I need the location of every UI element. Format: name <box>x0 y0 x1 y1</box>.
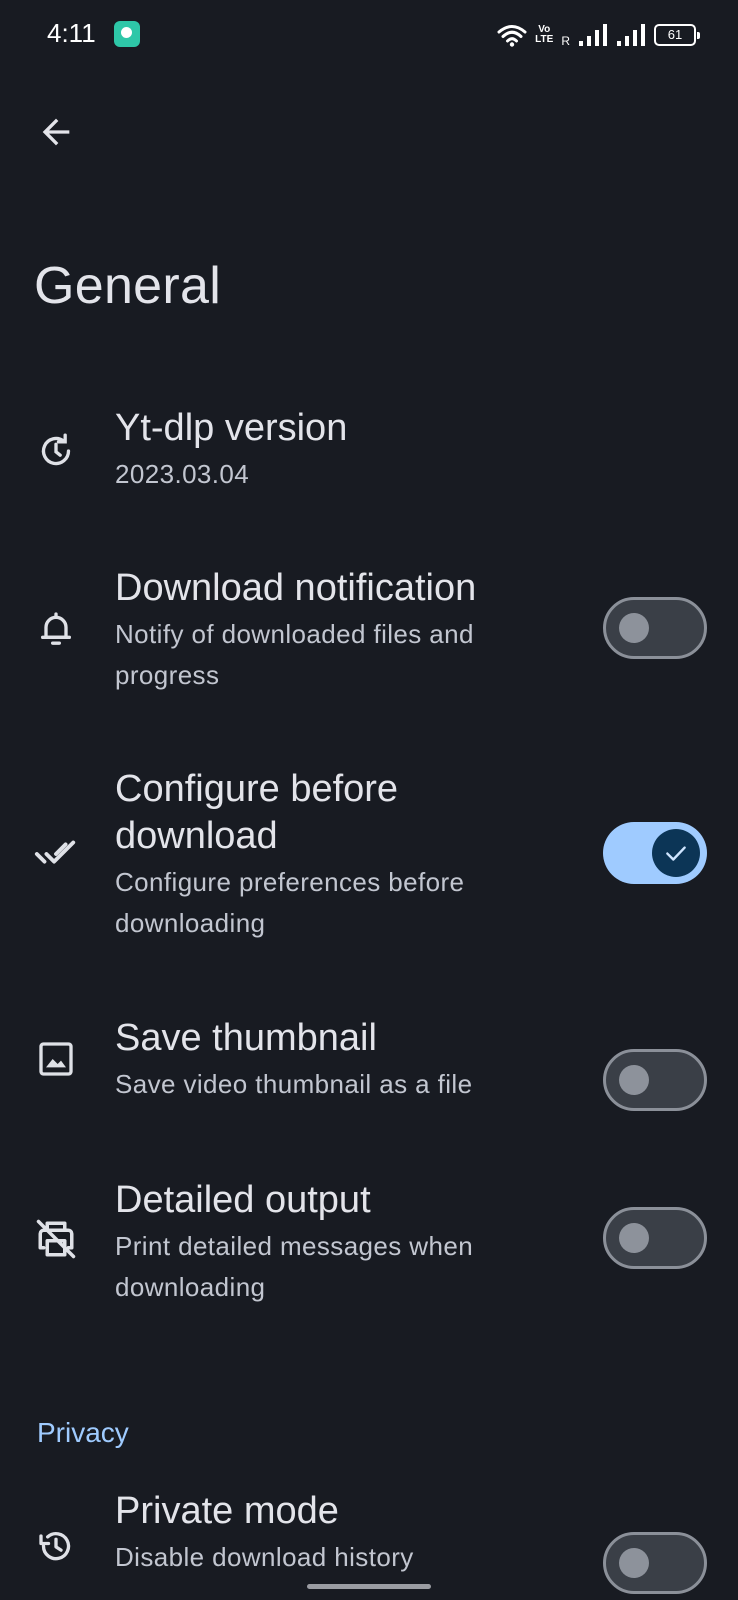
done-all-icon <box>32 830 80 878</box>
wifi-icon <box>497 25 527 47</box>
update-history-icon <box>32 427 80 475</box>
bell-icon <box>32 605 80 653</box>
configure-before-download-toggle[interactable] <box>603 822 707 884</box>
volte-indicator: Vo LTE <box>535 25 553 45</box>
volte-bottom-label: LTE <box>535 34 554 45</box>
download-notification-toggle[interactable] <box>603 597 707 659</box>
page-title: General <box>34 257 222 315</box>
check-icon <box>666 846 686 861</box>
battery-indicator: 61 <box>654 24 700 46</box>
toggle-thumb <box>619 613 649 643</box>
signal-sim1-icon <box>579 24 607 46</box>
privacy-section-header: Privacy <box>37 1417 129 1448</box>
roaming-indicator: R <box>561 34 570 48</box>
setting-ytdlp-version[interactable]: Yt-dlp version 2023.03.04 <box>0 405 738 515</box>
setting-subtitle: 2023.03.04 <box>115 459 250 489</box>
private-mode-toggle[interactable] <box>603 1532 707 1594</box>
toggle-thumb <box>619 1065 649 1095</box>
setting-title: Yt-dlp version <box>115 407 348 449</box>
print-disabled-icon <box>32 1215 80 1263</box>
status-indicators: Vo LTE R 61 <box>497 20 700 50</box>
setting-subtitle: Disable download history <box>115 1542 414 1572</box>
gesture-navigation-bar[interactable] <box>307 1584 431 1589</box>
toggle-thumb <box>619 1548 649 1578</box>
setting-subtitle: Notify of downloaded files and progress <box>115 619 474 690</box>
app-notification-icon <box>114 21 140 47</box>
setting-configure-before-download[interactable]: Configure before download Configure pref… <box>0 766 738 951</box>
setting-subtitle: Print detailed messages when downloading <box>115 1231 474 1302</box>
setting-save-thumbnail[interactable]: Save thumbnail Save video thumbnail as a… <box>0 1015 738 1125</box>
setting-subtitle: Save video thumbnail as a file <box>115 1069 473 1099</box>
setting-title: Download notification <box>115 567 477 609</box>
back-button[interactable] <box>30 106 82 158</box>
image-icon <box>32 1035 80 1083</box>
setting-subtitle: Configure preferences before downloading <box>115 867 465 938</box>
toggle-thumb <box>652 829 700 877</box>
setting-title: Detailed output <box>115 1179 371 1221</box>
setting-download-notification[interactable]: Download notification Notify of download… <box>0 565 738 705</box>
toggle-thumb <box>619 1223 649 1253</box>
settings-screen: 4:11 Vo LTE R 61 General Yt-dlp version … <box>0 0 738 1600</box>
status-bar: 4:11 Vo LTE R 61 <box>0 0 738 68</box>
setting-detailed-output[interactable]: Detailed output Print detailed messages … <box>0 1177 738 1317</box>
setting-title: Configure before download <box>115 768 399 857</box>
setting-title: Save thumbnail <box>115 1017 377 1059</box>
save-thumbnail-toggle[interactable] <box>603 1049 707 1111</box>
arrow-back-icon <box>42 118 70 146</box>
history-icon <box>32 1522 80 1570</box>
detailed-output-toggle[interactable] <box>603 1207 707 1269</box>
status-time: 4:11 <box>47 18 96 48</box>
setting-title: Private mode <box>115 1490 339 1532</box>
signal-sim2-icon <box>617 24 645 46</box>
